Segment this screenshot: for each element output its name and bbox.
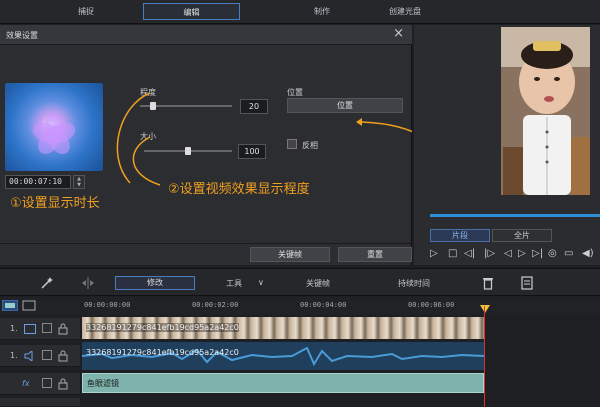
top-tab-bar: 捕捉 编辑 制作 创建光盘 [0, 0, 600, 24]
track-enable-checkbox[interactable] [42, 350, 52, 360]
trash-icon[interactable] [482, 276, 494, 290]
ruler-label: 00:00:06:00 [408, 301, 455, 309]
tab-capture[interactable]: 捕捉 [32, 3, 140, 20]
snapshot-icon[interactable]: ◎ [548, 248, 557, 259]
modify-button[interactable]: 修改 [115, 276, 195, 290]
track-header-partial [0, 398, 80, 407]
end-icon[interactable]: ▷| [532, 248, 543, 259]
timeline-keyframe-button[interactable]: 关键帧 [306, 278, 330, 289]
rewind-icon[interactable]: ◁ [504, 248, 512, 259]
track-number: 1. [10, 324, 18, 333]
effect-track-header: fx [0, 373, 80, 395]
forward-icon[interactable]: ▷ [518, 248, 526, 259]
video-track-header: 1. [0, 318, 80, 340]
tab-create-disc[interactable]: 创建光盘 [345, 3, 465, 20]
fx-icon: fx [22, 379, 30, 388]
storyboard-icon[interactable] [22, 300, 36, 311]
preview-video-frame [501, 27, 590, 195]
video-clip[interactable]: 33268191279c841efb19cd95a2a42c0 [82, 317, 484, 339]
timeline-tracks: 1. 33268191279c841efb19cd95a2a42c0 1. 33… [0, 315, 600, 407]
subtitle-icon[interactable] [520, 276, 534, 290]
playhead-marker-icon[interactable] [480, 305, 490, 315]
lock-icon[interactable] [58, 350, 68, 362]
timeline-toolbar: 修改 工具 ∨ 关键帧 持续时间 [0, 268, 600, 296]
annotation-set-degree: ②设置视频效果显示程度 [168, 182, 310, 197]
fullscreen-icon[interactable]: ▭ [564, 248, 573, 259]
audio-clip[interactable]: 33268191279c841efb19cd95a2a42c0 [82, 342, 484, 370]
ruler-label: 00:00:00:00 [84, 301, 131, 309]
track-enable-checkbox[interactable] [42, 378, 52, 388]
audio-track-header: 1. [0, 345, 80, 367]
preview-panel: 片段 全片 ▷ □ ◁| |▷ ◁ ▷ ▷| ◎ ▭ ◀) [414, 25, 600, 265]
tab-edit[interactable]: 编辑 [143, 3, 240, 20]
prev-frame-icon[interactable]: ◁| [464, 248, 475, 259]
ruler-label: 00:00:04:00 [300, 301, 347, 309]
split-icon[interactable] [80, 277, 96, 289]
chevron-down-icon[interactable]: ∨ [258, 278, 264, 287]
tools-menu[interactable]: 工具 [226, 278, 242, 289]
effect-clip[interactable]: 鱼眼滤镜 [82, 373, 484, 393]
lock-icon[interactable] [58, 323, 68, 335]
magic-wand-icon[interactable] [40, 276, 54, 290]
speaker-icon [24, 351, 33, 361]
playhead-line[interactable] [484, 306, 485, 407]
volume-icon[interactable]: ◀) [582, 248, 594, 259]
child-photo [501, 27, 590, 195]
effect-clip-label: 鱼眼滤镜 [87, 379, 119, 388]
track-enable-checkbox[interactable] [42, 323, 52, 333]
ruler-label: 00:00:02:00 [192, 301, 239, 309]
play-icon[interactable]: ▷ [430, 248, 438, 259]
video-clip-label: 33268191279c841efb19cd95a2a42c0 [86, 323, 239, 332]
track-number: 1. [10, 351, 18, 360]
track-view-icon[interactable] [2, 300, 18, 311]
duration-button[interactable]: 持续时间 [398, 278, 430, 289]
timeline-ruler[interactable]: 00:00:00:00 00:00:02:00 00:00:04:00 00:0… [0, 297, 600, 315]
next-frame-icon[interactable]: |▷ [484, 248, 495, 259]
preview-progress-bar[interactable] [430, 214, 600, 217]
stop-icon[interactable]: □ [448, 248, 457, 259]
full-mode-tab[interactable]: 全片 [492, 229, 552, 242]
clip-mode-tab[interactable]: 片段 [430, 229, 490, 242]
effect-settings-panel: 效果设置 × 00:00:07:10 ▲ ▼ 程度 20 大小 100 位置 位置… [0, 25, 412, 265]
annotation-arrows [116, 92, 412, 186]
lock-icon[interactable] [58, 378, 68, 390]
annotation-set-duration: ①设置显示时长 [10, 196, 100, 211]
video-track-icon [24, 324, 36, 334]
audio-clip-label: 33268191279c841efb19cd95a2a42c0 [86, 348, 239, 357]
